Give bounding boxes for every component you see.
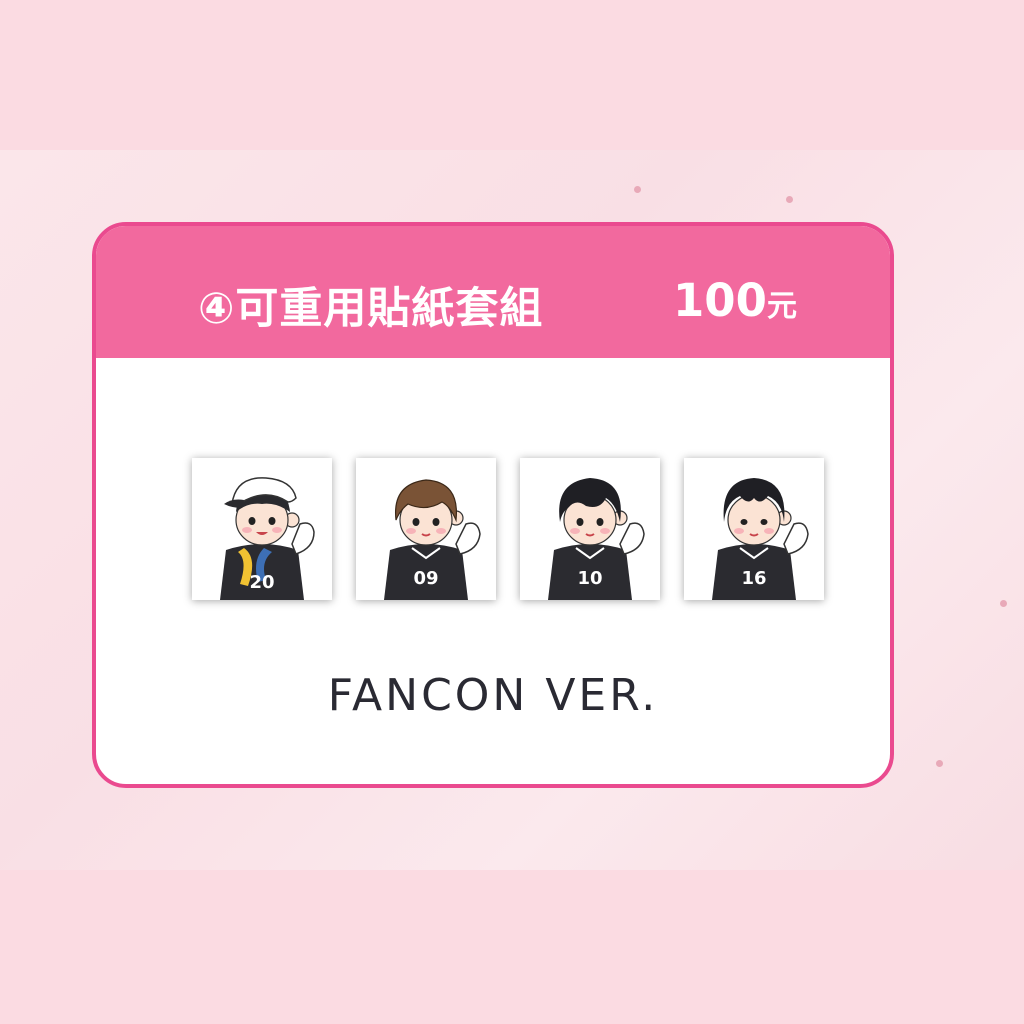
version-label: FANCON VER.	[327, 670, 659, 721]
product-price: 100元	[673, 274, 797, 327]
jersey-number: 20	[249, 572, 274, 593]
jersey-number: 16	[741, 568, 766, 589]
jersey-number: 10	[577, 568, 602, 589]
decor-dot	[936, 760, 943, 767]
product-title: ④可重用貼紙套組	[198, 284, 544, 334]
sticker-card: 20	[192, 458, 332, 600]
sticker-card: 16	[684, 458, 824, 600]
decor-dot	[786, 196, 793, 203]
chibi-illustration: 20	[220, 477, 315, 600]
card-header: ④可重用貼紙套組 100元	[96, 226, 890, 358]
price-value: 100	[673, 274, 767, 327]
background-bottom-band	[0, 870, 1024, 1024]
sticker-card: 09	[356, 458, 496, 600]
background-top-band	[0, 0, 1024, 150]
product-card: ④可重用貼紙套組 100元 20 09 10 16 FANCON VER.	[92, 222, 894, 788]
decor-dot	[634, 186, 641, 193]
price-unit: 元	[766, 289, 797, 324]
chibi-illustration: 10	[548, 478, 645, 600]
decor-dot	[1000, 600, 1007, 607]
chibi-illustration: 16	[712, 478, 809, 600]
chibi-illustration: 09	[384, 479, 481, 600]
jersey-number: 09	[413, 568, 438, 589]
sticker-card: 10	[520, 458, 660, 600]
